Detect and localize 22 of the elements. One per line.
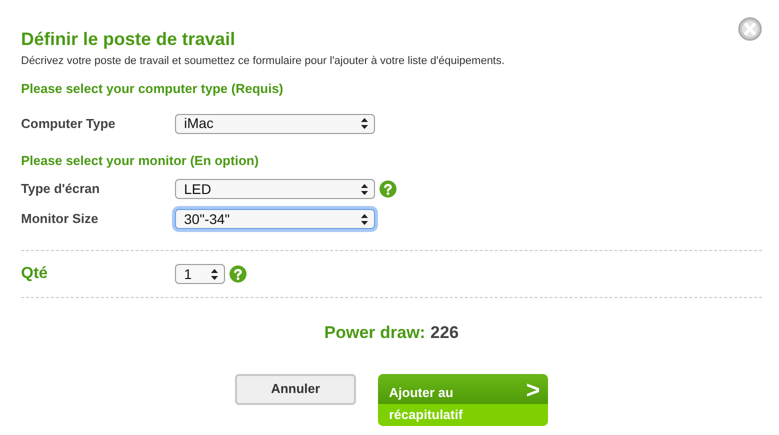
dropdown-arrows-icon	[361, 118, 368, 129]
dropdown-arrows-icon	[211, 268, 218, 280]
field-label: Monitor Size	[21, 210, 100, 228]
help-icon[interactable]	[229, 265, 247, 283]
select-field[interactable]: iMac	[175, 114, 375, 134]
help-icon[interactable]	[379, 180, 397, 198]
field-label: Computer Type	[21, 114, 116, 133]
section-heading: Please select your monitor (En option)	[21, 152, 260, 170]
select-field[interactable]: 1	[175, 264, 225, 284]
cancel-button[interactable]: Annuler	[235, 374, 356, 404]
dropdown-arrows-icon	[361, 184, 368, 194]
select-field[interactable]: 30"-34"	[175, 209, 375, 229]
quantity-label: Qté	[21, 264, 49, 284]
select-field[interactable]: LED	[175, 179, 375, 199]
dialog-title: Définir le poste de travail	[21, 28, 236, 50]
power-draw-label: Power draw:	[324, 322, 426, 344]
description-text: Décrivez votre poste de travail et soumettez ce formulaire pour l'ajouter à votre liste d'équipements.	[21, 54, 506, 68]
section-heading: Please select your computer type (Requis)	[21, 80, 284, 98]
close-icon[interactable]	[738, 17, 762, 41]
dropdown-arrows-icon	[361, 214, 368, 224]
power-draw-value: 226	[430, 322, 459, 344]
field-label: Type d'écran	[21, 180, 101, 198]
